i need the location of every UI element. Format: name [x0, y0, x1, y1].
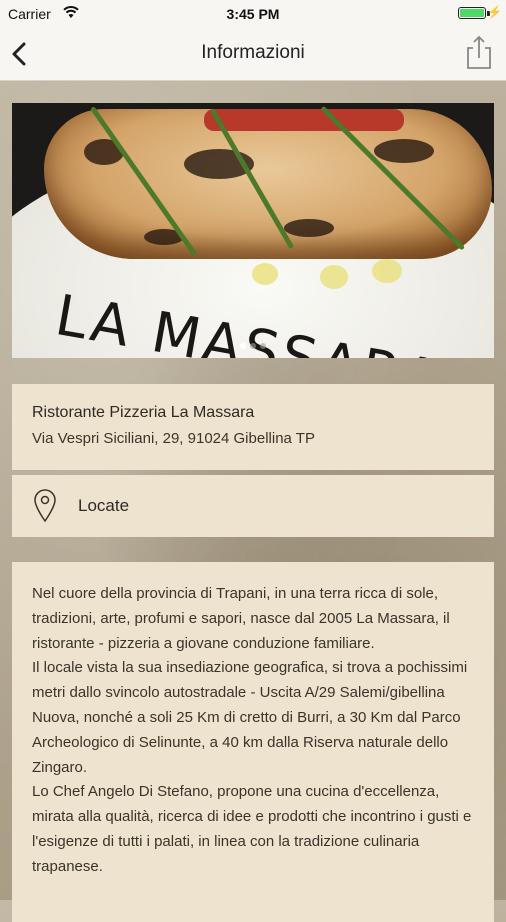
plate-decoration: [252, 263, 278, 285]
charging-icon: ⚡: [487, 5, 502, 19]
description-card: Nel cuore della provincia di Trapani, in…: [12, 562, 494, 922]
status-bar: Carrier 3:45 PM ⚡: [0, 0, 506, 28]
map-pin-icon: [34, 489, 56, 523]
status-time: 3:45 PM: [226, 6, 280, 22]
char-spot: [374, 139, 434, 163]
page-dot[interactable]: [250, 343, 256, 349]
sauce-detail: [204, 109, 404, 131]
description-paragraph: Il locale vista la sua insediazione geog…: [32, 659, 468, 776]
description-paragraph: Nel cuore della provincia di Trapani, in…: [32, 585, 450, 652]
share-icon[interactable]: [464, 34, 494, 72]
restaurant-photo[interactable]: LA MASSARA: [12, 103, 494, 358]
page-dot[interactable]: [260, 343, 266, 349]
page-dot-active[interactable]: [240, 343, 246, 349]
char-spot: [284, 219, 334, 237]
plate-decoration: [320, 265, 348, 289]
locate-label: Locate: [78, 496, 130, 515]
address-card: Ristorante Pizzeria La Massara Via Vespr…: [12, 384, 494, 470]
plate-decoration: [372, 259, 402, 283]
restaurant-name: Ristorante Pizzeria La Massara: [32, 404, 255, 421]
restaurant-address: Via Vespri Siciliani, 29, 91024 Gibellin…: [32, 430, 315, 447]
navigation-bar: Informazioni: [0, 28, 506, 81]
description-paragraph: Lo Chef Angelo Di Stefano, propone una c…: [32, 783, 472, 875]
battery-icon: [458, 7, 486, 19]
locate-button[interactable]: Locate: [12, 475, 494, 537]
page-title: Informazioni: [201, 42, 305, 63]
page-indicator[interactable]: [12, 336, 494, 354]
